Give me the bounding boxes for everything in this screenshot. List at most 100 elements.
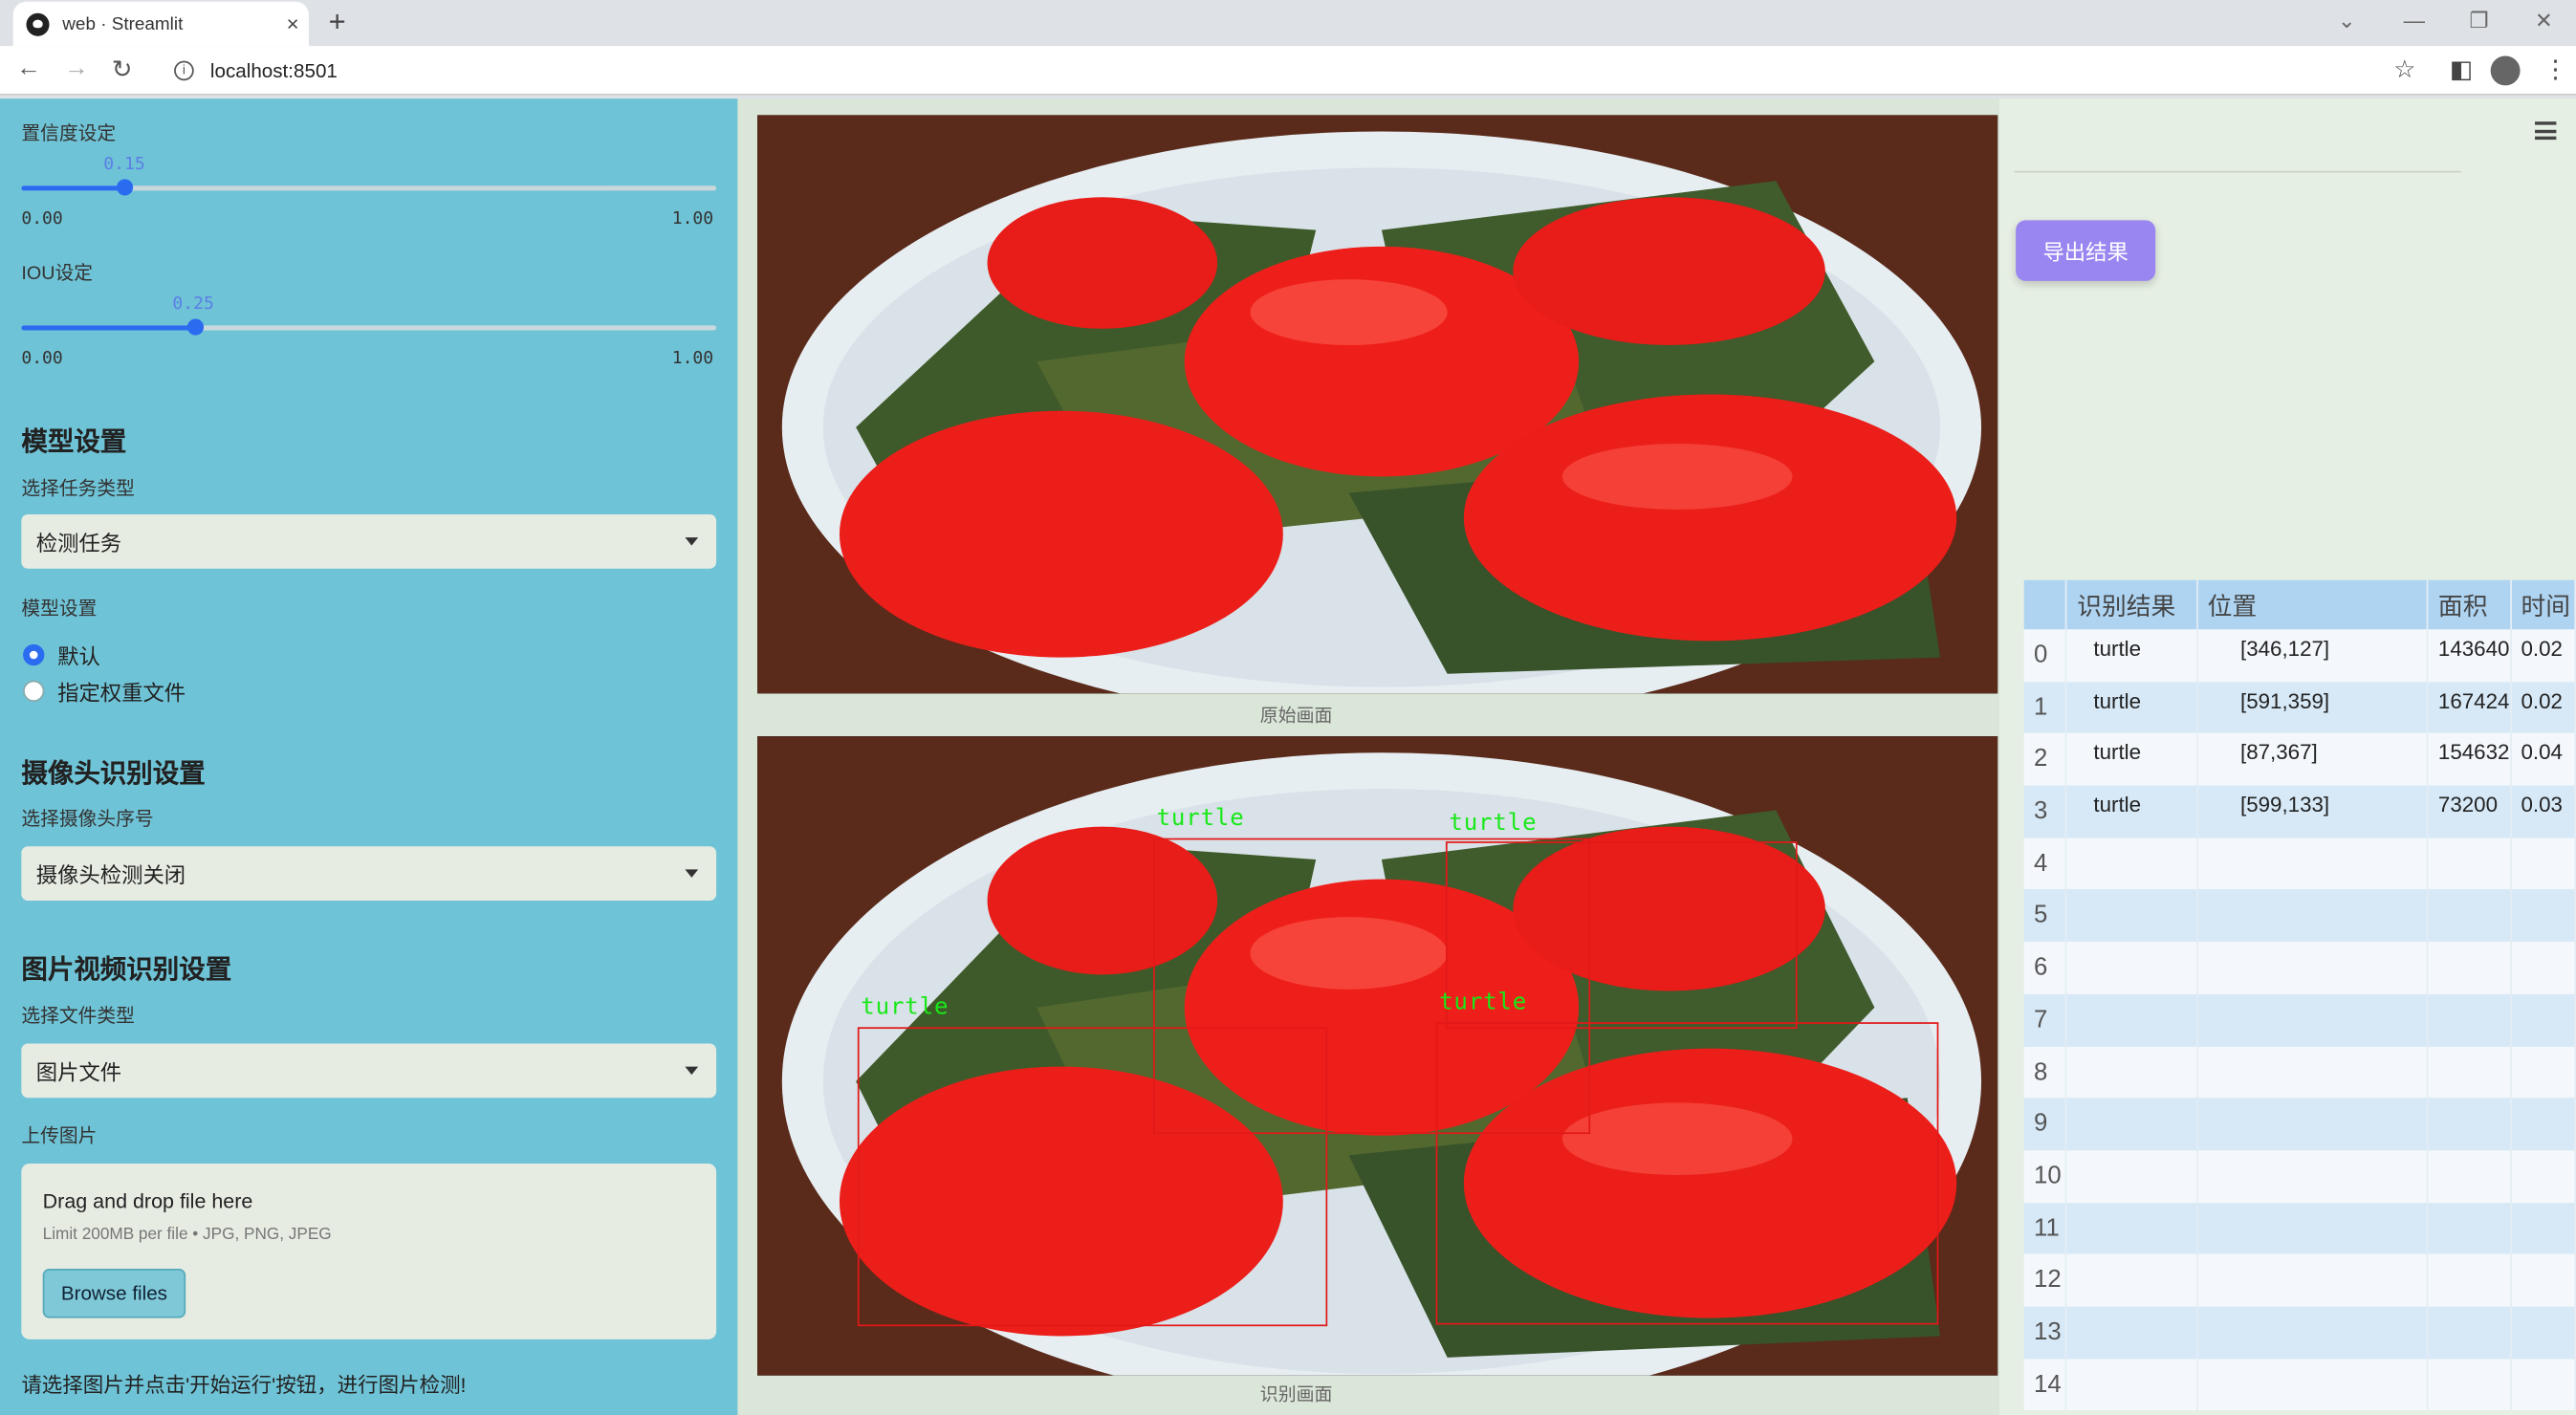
table-cell	[2196, 1253, 2429, 1307]
column-header[interactable]: 位置	[2196, 579, 2429, 630]
table-cell	[2066, 1253, 2198, 1307]
column-header[interactable]: 面积	[2427, 579, 2512, 630]
original-caption: 原始画面	[1259, 707, 1333, 727]
task-type-value: 检测任务	[35, 531, 122, 555]
reload-icon[interactable]: ↻	[112, 54, 133, 83]
table-cell: turtle	[2066, 785, 2198, 838]
radio-unselected-icon	[23, 680, 45, 702]
table-cell: 7	[2023, 993, 2067, 1047]
radio-default-label: 默认	[57, 643, 100, 669]
table-cell	[2066, 1202, 2198, 1254]
browser-menu-icon[interactable]: ⋮	[2543, 54, 2568, 83]
table-cell	[2427, 1202, 2512, 1254]
detection-label: turtle	[861, 993, 950, 1021]
result-image: turtle turtle turtle turtle	[757, 736, 1998, 1376]
browser-chrome: web · Streamlit × + ⌄ — ❐ ✕ ← → ↻ i loca…	[0, 0, 2576, 99]
table-cell	[2196, 1046, 2429, 1099]
table-cell	[2066, 889, 2198, 943]
table-row[interactable]: 4	[2023, 838, 2576, 890]
table-cell: [599,133]	[2196, 785, 2429, 838]
table-row[interactable]: 5	[2023, 889, 2576, 943]
table-cell	[2510, 1202, 2576, 1254]
divider	[2014, 170, 2461, 173]
column-header[interactable]: 识别结果	[2066, 579, 2198, 630]
bookmark-star-icon[interactable]: ☆	[2393, 54, 2415, 83]
tab-close-icon[interactable]: ×	[287, 11, 299, 36]
table-cell: 73200	[2427, 785, 2512, 838]
confidence-value: 0.15	[103, 154, 145, 175]
table-row[interactable]: 10	[2023, 1150, 2576, 1203]
hamburger-menu-icon[interactable]	[2535, 121, 2557, 143]
site-info-icon[interactable]: i	[174, 60, 194, 81]
table-row[interactable]: 7	[2023, 993, 2576, 1047]
profile-avatar-icon[interactable]	[2490, 55, 2521, 86]
file-type-select[interactable]: 图片文件	[21, 1043, 717, 1099]
table-row[interactable]: 14	[2023, 1358, 2576, 1411]
table-row[interactable]: 11	[2023, 1202, 2576, 1254]
iou-max: 1.00	[671, 348, 714, 369]
confidence-slider-thumb[interactable]	[117, 179, 134, 196]
table-row[interactable]: 8	[2023, 1046, 2576, 1099]
result-caption: 识别画面	[1259, 1385, 1333, 1405]
side-panel-icon[interactable]: ◧	[2450, 54, 2473, 83]
radio-default[interactable]: 默认	[23, 640, 100, 671]
file-type-value: 图片文件	[35, 1059, 122, 1085]
browse-files-button[interactable]: Browse files	[42, 1269, 186, 1318]
iou-slider[interactable]	[21, 318, 717, 336]
table-row[interactable]: 2 turtle [87,367] 154632 0.04	[2023, 733, 2576, 786]
table-cell	[2427, 993, 2512, 1047]
table-row[interactable]: 1 turtle [591,359] 167424 0.02	[2023, 681, 2576, 734]
tab-search-chevron-icon[interactable]: ⌄	[2338, 9, 2356, 35]
table-row[interactable]: 9	[2023, 1098, 2576, 1151]
address-bar: ← → ↻ i localhost:8501 ☆ ◧ ⋮	[0, 46, 2576, 96]
table-cell	[2427, 1150, 2512, 1203]
task-type-select[interactable]: 检测任务	[21, 514, 717, 569]
minimize-icon[interactable]: —	[2404, 9, 2425, 33]
table-cell	[2196, 838, 2429, 890]
table-cell	[2510, 1150, 2576, 1203]
new-tab-icon[interactable]: +	[329, 5, 346, 39]
table-row[interactable]: 3 turtle [599,133] 73200 0.03	[2023, 785, 2576, 838]
tab-strip: web · Streamlit × + ⌄ — ❐ ✕	[0, 0, 2576, 47]
file-dropzone[interactable]: Drag and drop file here Limit 200MB per …	[21, 1164, 717, 1339]
camera-index-label: 选择摄像头序号	[21, 810, 154, 831]
url-field[interactable]: i localhost:8501	[157, 51, 2442, 91]
table-cell	[2066, 1150, 2198, 1203]
radio-selected-icon	[23, 643, 45, 666]
table-cell	[2427, 838, 2512, 890]
detection-box	[1435, 1022, 1939, 1325]
instruction-text: 请选择图片并点击'开始运行'按钮，进行图片检测!	[21, 1374, 467, 1398]
export-results-button[interactable]: 导出结果	[2016, 220, 2156, 281]
iou-min: 0.00	[21, 348, 63, 369]
close-window-icon[interactable]: ✕	[2535, 9, 2553, 35]
forward-icon[interactable]: →	[64, 54, 89, 82]
table-cell	[2066, 942, 2198, 994]
table-cell	[2427, 942, 2512, 994]
table-cell: 12	[2023, 1253, 2067, 1307]
table-row[interactable]: 13	[2023, 1306, 2576, 1359]
table-row[interactable]: 0 turtle [346,127] 143640 0.02	[2023, 629, 2576, 682]
column-header[interactable]: 时间	[2510, 579, 2576, 630]
table-cell	[2427, 1046, 2512, 1099]
file-type-label: 选择文件类型	[21, 1007, 135, 1028]
tab-title: web · Streamlit	[62, 13, 184, 34]
iou-label: IOU设定	[21, 264, 93, 285]
restore-icon[interactable]: ❐	[2469, 9, 2488, 35]
camera-index-select[interactable]: 摄像头检测关闭	[21, 846, 717, 901]
table-row[interactable]: 6	[2023, 942, 2576, 994]
confidence-slider[interactable]	[21, 179, 717, 196]
iou-slider-thumb[interactable]	[186, 318, 204, 336]
table-cell: 3	[2023, 785, 2067, 838]
table-row[interactable]: 12	[2023, 1253, 2576, 1307]
table-cell: 0	[2023, 629, 2067, 682]
table-cell: [591,359]	[2196, 681, 2429, 734]
back-icon[interactable]: ←	[16, 54, 41, 82]
radio-custom-weights[interactable]: 指定权重文件	[23, 675, 186, 707]
browser-tab[interactable]: web · Streamlit ×	[12, 1, 310, 47]
table-cell: 13	[2023, 1306, 2067, 1359]
table-cell: turtle	[2066, 681, 2198, 734]
table-cell: 8	[2023, 1046, 2067, 1099]
column-header[interactable]	[2023, 579, 2067, 630]
table-cell: 4	[2023, 838, 2067, 890]
model-section-title: 模型设置	[21, 428, 127, 457]
